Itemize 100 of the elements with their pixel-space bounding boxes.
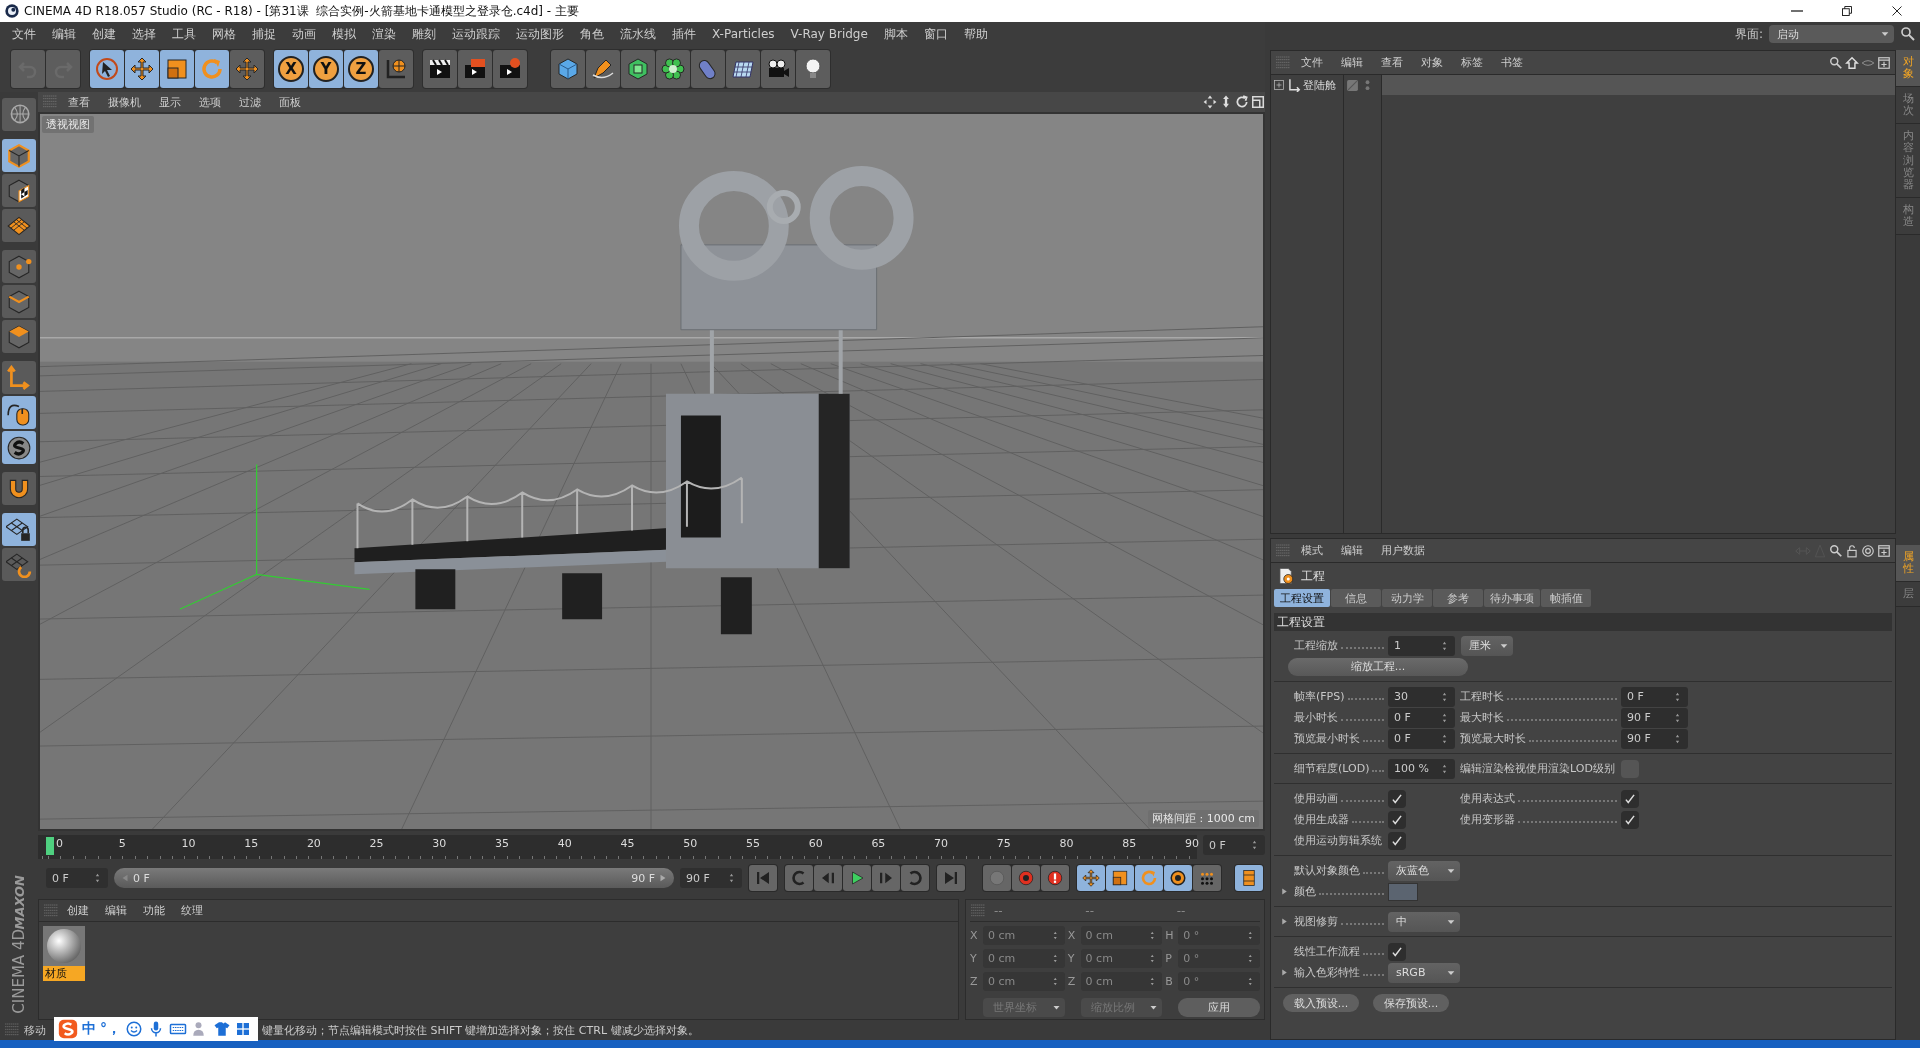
menu-item[interactable]: 选择 [124, 25, 164, 43]
record-button[interactable] [1012, 865, 1040, 891]
menu-item[interactable]: 标签 [1453, 55, 1491, 70]
number-field[interactable]: 90 F [1621, 707, 1688, 728]
coordinate-field[interactable]: 0 ° [1178, 949, 1260, 968]
coordinate-field[interactable]: 0 ° [1178, 926, 1260, 945]
preset-button[interactable]: 载入预设... [1283, 994, 1359, 1012]
tool-button[interactable] [379, 50, 413, 88]
transport-button[interactable] [814, 865, 842, 891]
number-field[interactable]: 0 F [1388, 707, 1455, 728]
menu-item[interactable]: 文件 [4, 25, 44, 43]
scale-project-button[interactable]: 缩放工程... [1288, 657, 1468, 676]
mode-button[interactable] [2, 396, 36, 429]
number-field[interactable]: 0 F [1621, 686, 1688, 707]
menu-item[interactable]: 功能 [135, 903, 173, 918]
mode-button[interactable] [2, 548, 36, 581]
dropdown[interactable]: sRGB [1388, 962, 1460, 983]
side-tab[interactable]: 属性 [1896, 545, 1920, 583]
menu-item[interactable]: 渲染 [364, 25, 404, 43]
tool-button[interactable]: Z [344, 50, 378, 88]
tool-button[interactable] [125, 50, 159, 88]
menu-item[interactable]: 模拟 [324, 25, 364, 43]
menu-item[interactable]: 对象 [1413, 55, 1451, 70]
timeline-ruler[interactable]: 0 5 10 15 20 25 30 35 40 45 50 55 60 65 70 75 80 85 90 [38, 835, 1197, 859]
transport-button[interactable] [872, 865, 900, 891]
number-field[interactable]: 0 F [1388, 728, 1455, 749]
coordinate-field[interactable]: 0 cm [982, 949, 1065, 968]
tool-button[interactable] [423, 50, 457, 88]
menu-item[interactable]: 工具 [164, 25, 204, 43]
menu-item[interactable]: 窗口 [915, 25, 956, 43]
menu-item[interactable]: 脚本 [875, 25, 916, 43]
coordinate-field[interactable]: 0 cm [982, 926, 1065, 945]
coordinate-field[interactable]: 0 cm [1080, 949, 1163, 968]
menu-item[interactable]: 编辑 [97, 903, 135, 918]
menu-item[interactable]: 文件 [1293, 55, 1331, 70]
menu-item[interactable]: V-Ray Bridge [782, 27, 876, 41]
menu-item[interactable]: X-Particles [704, 27, 783, 41]
dropdown[interactable]: 灰蓝色 [1388, 860, 1460, 881]
menu-item[interactable]: 动画 [284, 25, 324, 43]
tool-button[interactable]: Y [309, 50, 343, 88]
key-tool-button[interactable] [1106, 865, 1134, 891]
tool-button[interactable] [586, 50, 620, 88]
menu-item[interactable]: 捕捉 [244, 25, 284, 43]
skip-end-button[interactable] [937, 865, 965, 891]
tool-button[interactable] [621, 50, 655, 88]
apply-button[interactable]: 应用 [1178, 998, 1260, 1017]
menu-item[interactable]: 书签 [1493, 55, 1531, 70]
mode-button[interactable] [2, 513, 36, 546]
menu-item[interactable]: 编辑 [1333, 55, 1371, 70]
tool-button[interactable] [761, 50, 795, 88]
coordinate-field[interactable]: 0 cm [1080, 926, 1163, 945]
checkbox[interactable] [1388, 810, 1406, 829]
menu-item[interactable]: 帮助 [955, 25, 996, 43]
menu-item[interactable]: 查看 [60, 94, 98, 110]
current-frame-field[interactable]: 0 F [1203, 835, 1265, 855]
menu-item[interactable]: 编辑 [1333, 543, 1371, 558]
layout-dropdown[interactable]: 启动 [1769, 25, 1894, 43]
checkbox[interactable] [1388, 831, 1406, 850]
number-field[interactable]: 90 F [1621, 728, 1688, 749]
material-item[interactable]: 材质 [43, 926, 85, 981]
tab[interactable]: 工程设置 [1274, 589, 1330, 607]
tab[interactable]: 帧插值 [1541, 589, 1591, 607]
menu-item[interactable]: 摄像机 [100, 94, 149, 110]
tool-button[interactable] [726, 50, 760, 88]
menu-item[interactable]: 过滤 [231, 94, 269, 110]
menu-item[interactable]: 角色 [572, 25, 612, 43]
transport-button[interactable] [843, 865, 871, 891]
menu-item[interactable]: 纹理 [173, 903, 211, 918]
mode-button[interactable] [2, 472, 36, 505]
key-tool-button[interactable] [1077, 865, 1105, 891]
mode-button[interactable] [2, 431, 36, 464]
menu-item[interactable]: 流水线 [612, 25, 664, 43]
checkbox[interactable] [1388, 789, 1406, 808]
mode-button[interactable] [2, 174, 36, 207]
menu-item[interactable]: 运动图形 [508, 25, 572, 43]
menu-item[interactable]: 模式 [1293, 543, 1331, 558]
skip-start-button[interactable] [749, 865, 777, 891]
record-button[interactable] [1041, 865, 1069, 891]
menu-item[interactable]: 用户数据 [1373, 543, 1433, 558]
menu-item[interactable]: 网格 [204, 25, 244, 43]
menu-item[interactable]: 创建 [59, 903, 97, 918]
tree-item[interactable]: 登陆舱 [1271, 75, 1343, 95]
color-swatch[interactable] [1388, 882, 1418, 901]
menu-item[interactable]: 雕刻 [404, 25, 444, 43]
mode-button[interactable] [2, 209, 36, 242]
menu-item[interactable]: 编辑 [44, 25, 84, 43]
menu-item[interactable]: 运动跟踪 [444, 25, 508, 43]
key-tool-button[interactable] [1164, 865, 1192, 891]
tool-button[interactable] [90, 50, 124, 88]
tab[interactable]: 动力学 [1382, 589, 1432, 607]
menu-item[interactable]: 显示 [151, 94, 189, 110]
unit-dropdown[interactable]: 厘米 [1461, 635, 1513, 656]
end-frame-field[interactable]: 90 F [680, 868, 742, 888]
number-field[interactable]: 1 [1388, 635, 1455, 656]
number-field[interactable]: 30 [1388, 686, 1455, 707]
tool-button[interactable]: X [274, 50, 308, 88]
preset-button[interactable]: 保存预设... [1373, 994, 1449, 1012]
tool-button[interactable] [796, 50, 830, 88]
ime-mode[interactable]: 中 [82, 1020, 96, 1038]
tool-button[interactable] [230, 50, 264, 88]
